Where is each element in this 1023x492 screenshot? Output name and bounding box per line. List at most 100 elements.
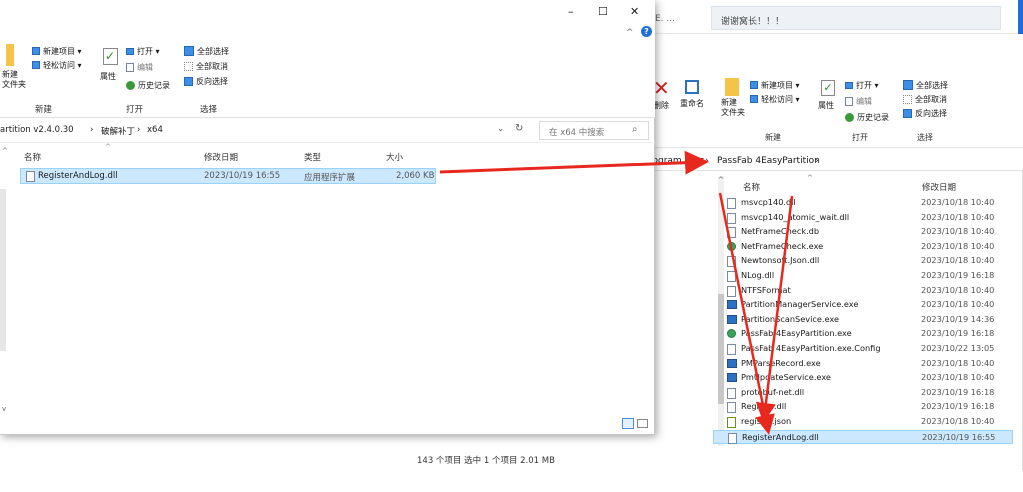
file-date: 2023/10/18 10:40 xyxy=(921,226,995,237)
folder-icon xyxy=(6,44,14,66)
list-item[interactable]: Newtonsoft.Json.dll 2023/10/18 10:40 xyxy=(713,254,1013,269)
nav-scroll-thumb[interactable] xyxy=(0,189,6,351)
delete-button[interactable]: ✕ 删除 xyxy=(653,78,670,111)
properties-icon: ✓ xyxy=(102,48,118,65)
col-header-name[interactable]: 名称 xyxy=(743,181,760,193)
file-name: PartitionScanSevice.exe xyxy=(741,313,840,324)
select-all-button[interactable]: 全部选择 xyxy=(903,78,948,92)
col-header-date[interactable]: 修改日期 xyxy=(204,151,238,163)
list-item[interactable]: NetFrameCheck.db 2023/10/18 10:40 xyxy=(713,225,1013,240)
ribbon-collapse-icon[interactable]: ^ xyxy=(626,28,634,38)
search-icon: ⌕ xyxy=(632,124,638,135)
close-button[interactable]: ✕ xyxy=(630,5,639,18)
large-icons-view-icon[interactable] xyxy=(637,419,648,428)
list-item[interactable]: PartitionScanSevice.exe 2023/10/19 14:36 xyxy=(713,313,1013,328)
group-label-select: 选择 xyxy=(200,105,218,115)
properties-button[interactable]: ✓ 属性 xyxy=(818,80,838,111)
file-name: PMParseRecord.exe xyxy=(741,357,821,368)
edit-button[interactable]: 编辑 xyxy=(845,94,872,108)
rename-button[interactable]: 重命名 xyxy=(680,78,704,109)
list-item[interactable]: protobuf-net.dll 2023/10/19 16:18 xyxy=(713,386,1013,401)
list-item[interactable]: PassFab 4EasyPartition.exe.Config 2023/10… xyxy=(713,342,1013,357)
group-label-open: 打开 xyxy=(852,133,868,142)
new-item-icon xyxy=(32,47,40,55)
select-none-button[interactable]: 全部取消 xyxy=(903,92,947,106)
list-item[interactable]: PartitionManagerService.exe 2023/10/18 10… xyxy=(713,298,1013,313)
list-item[interactable]: Register.dll 2023/10/19 16:18 xyxy=(713,400,1013,415)
file-name: PmUpdateService.exe xyxy=(741,372,831,383)
list-item[interactable]: PassFab 4EasyPartition.exe 2023/10/19 16:… xyxy=(713,327,1013,342)
address-separator: › xyxy=(137,125,141,135)
exe-icon xyxy=(727,373,737,383)
file-date: 2023/10/18 10:40 xyxy=(921,240,995,251)
delete-icon: ✕ xyxy=(653,76,670,100)
address-trailing-chevron: › xyxy=(815,156,819,166)
sort-ascending-icon: ^ xyxy=(105,143,111,151)
select-none-button[interactable]: 全部取消 xyxy=(184,59,228,73)
nav-scroll-up-icon[interactable]: ^ xyxy=(2,147,8,155)
minimize-button[interactable]: – xyxy=(568,5,574,18)
file-date: 2023/10/19 16:18 xyxy=(921,328,995,339)
list-item[interactable]: msvcp140_atomic_wait.dll 2023/10/18 10:40 xyxy=(713,211,1013,226)
open-button[interactable]: 打开 ▾ xyxy=(845,78,879,92)
file-date: 2023/10/19 16:55 xyxy=(204,171,281,181)
maximize-button[interactable]: ☐ xyxy=(598,5,608,18)
col-header-date[interactable]: 修改日期 xyxy=(922,181,956,193)
folder-icon xyxy=(725,78,739,96)
dll-icon xyxy=(728,432,737,444)
list-item[interactable]: NLog.dll 2023/10/19 16:18 xyxy=(713,269,1013,284)
history-button[interactable]: 历史记录 xyxy=(845,110,889,124)
help-icon[interactable]: ? xyxy=(641,26,652,37)
list-item[interactable]: RegisterAndLog.dll 2023/10/19 16:55 xyxy=(713,429,1013,445)
col-header-size[interactable]: 大小 xyxy=(386,151,403,163)
list-item[interactable]: NTFSFormat 2023/10/18 10:40 xyxy=(713,284,1013,299)
easy-access-button[interactable]: 轻松访问 ▾ xyxy=(32,58,82,72)
refresh-icon[interactable]: ↻ xyxy=(515,123,523,134)
col-header-type[interactable]: 类型 xyxy=(304,151,321,163)
file-icon xyxy=(727,344,736,355)
address-segment-2[interactable]: 破解补丁 xyxy=(101,125,135,137)
new-folder-button[interactable]: 新建 文件夹 xyxy=(721,78,745,118)
file-date: 2023/10/18 10:40 xyxy=(921,299,995,310)
edit-button[interactable]: 编辑 xyxy=(126,60,153,74)
table-row[interactable]: RegisterAndLog.dll 2023/10/19 16:55 应用程序… xyxy=(20,168,436,184)
top-strip-message: 谢谢窝长！！！ xyxy=(721,17,785,27)
address-segment-3[interactable]: x64 xyxy=(147,125,163,135)
history-button[interactable]: 历史记录 xyxy=(126,78,170,92)
new-folder-button[interactable]: 新建 文件夹 xyxy=(2,44,26,90)
search-input[interactable]: 在 x64 中搜索 ⌕ xyxy=(539,121,649,140)
invert-selection-button[interactable]: 反向选择 xyxy=(184,74,228,88)
file-name: NTFSFormat xyxy=(741,284,791,295)
open-button[interactable]: 打开 ▾ xyxy=(126,44,160,58)
list-item[interactable]: register.json 2023/10/18 10:40 xyxy=(713,415,1013,430)
file-name: register.json xyxy=(741,416,792,426)
address-partial: rogram Files xyxy=(649,156,705,166)
select-all-icon xyxy=(903,80,913,90)
address-dropdown-icon[interactable]: ⌄ xyxy=(497,124,504,134)
list-item[interactable]: msvcp140.dll 2023/10/18 10:40 xyxy=(713,196,1013,211)
search-placeholder: 在 x64 中搜索 xyxy=(549,128,605,138)
dll-icon xyxy=(26,171,35,182)
group-label-select: 选择 xyxy=(917,133,933,142)
properties-button[interactable]: ✓ 属性 xyxy=(100,48,120,82)
file-type: 应用程序扩展 xyxy=(304,173,356,183)
select-all-button[interactable]: 全部选择 xyxy=(184,44,229,58)
dll-icon xyxy=(727,271,736,282)
nav-scroll-down-icon[interactable]: v xyxy=(2,405,6,413)
db-icon xyxy=(727,227,736,239)
invert-selection-button[interactable]: 反向选择 xyxy=(903,106,947,120)
easy-access-button[interactable]: 轻松访问 ▾ xyxy=(750,92,800,106)
new-item-button[interactable]: 新建项目 ▾ xyxy=(750,78,800,92)
list-item[interactable]: PMParseRecord.exe 2023/10/18 10:40 xyxy=(713,357,1013,372)
address-segment-1[interactable]: artition v2.4.0.30 xyxy=(0,125,74,135)
scroll-up-icon: ^ xyxy=(718,176,724,184)
file-date: 2023/10/22 13:05 xyxy=(921,343,995,353)
details-view-icon[interactable] xyxy=(622,418,634,429)
list-item[interactable]: PmUpdateService.exe 2023/10/18 10:40 xyxy=(713,371,1013,386)
front-ribbon: 新建 文件夹 新建项目 ▾ 轻松访问 ▾ ✓ 属性 打开 ▾ 编辑 历史记录 全… xyxy=(0,38,655,118)
new-item-button[interactable]: 新建项目 ▾ xyxy=(32,44,82,58)
select-none-icon xyxy=(903,94,912,104)
list-item[interactable]: NetFrameCheck.exe 2023/10/18 10:40 xyxy=(713,240,1013,255)
front-address-bar[interactable]: artition v2.4.0.30 › 破解补丁 › x64 ⌄ xyxy=(0,122,530,140)
col-header-name[interactable]: 名称 xyxy=(24,151,41,163)
